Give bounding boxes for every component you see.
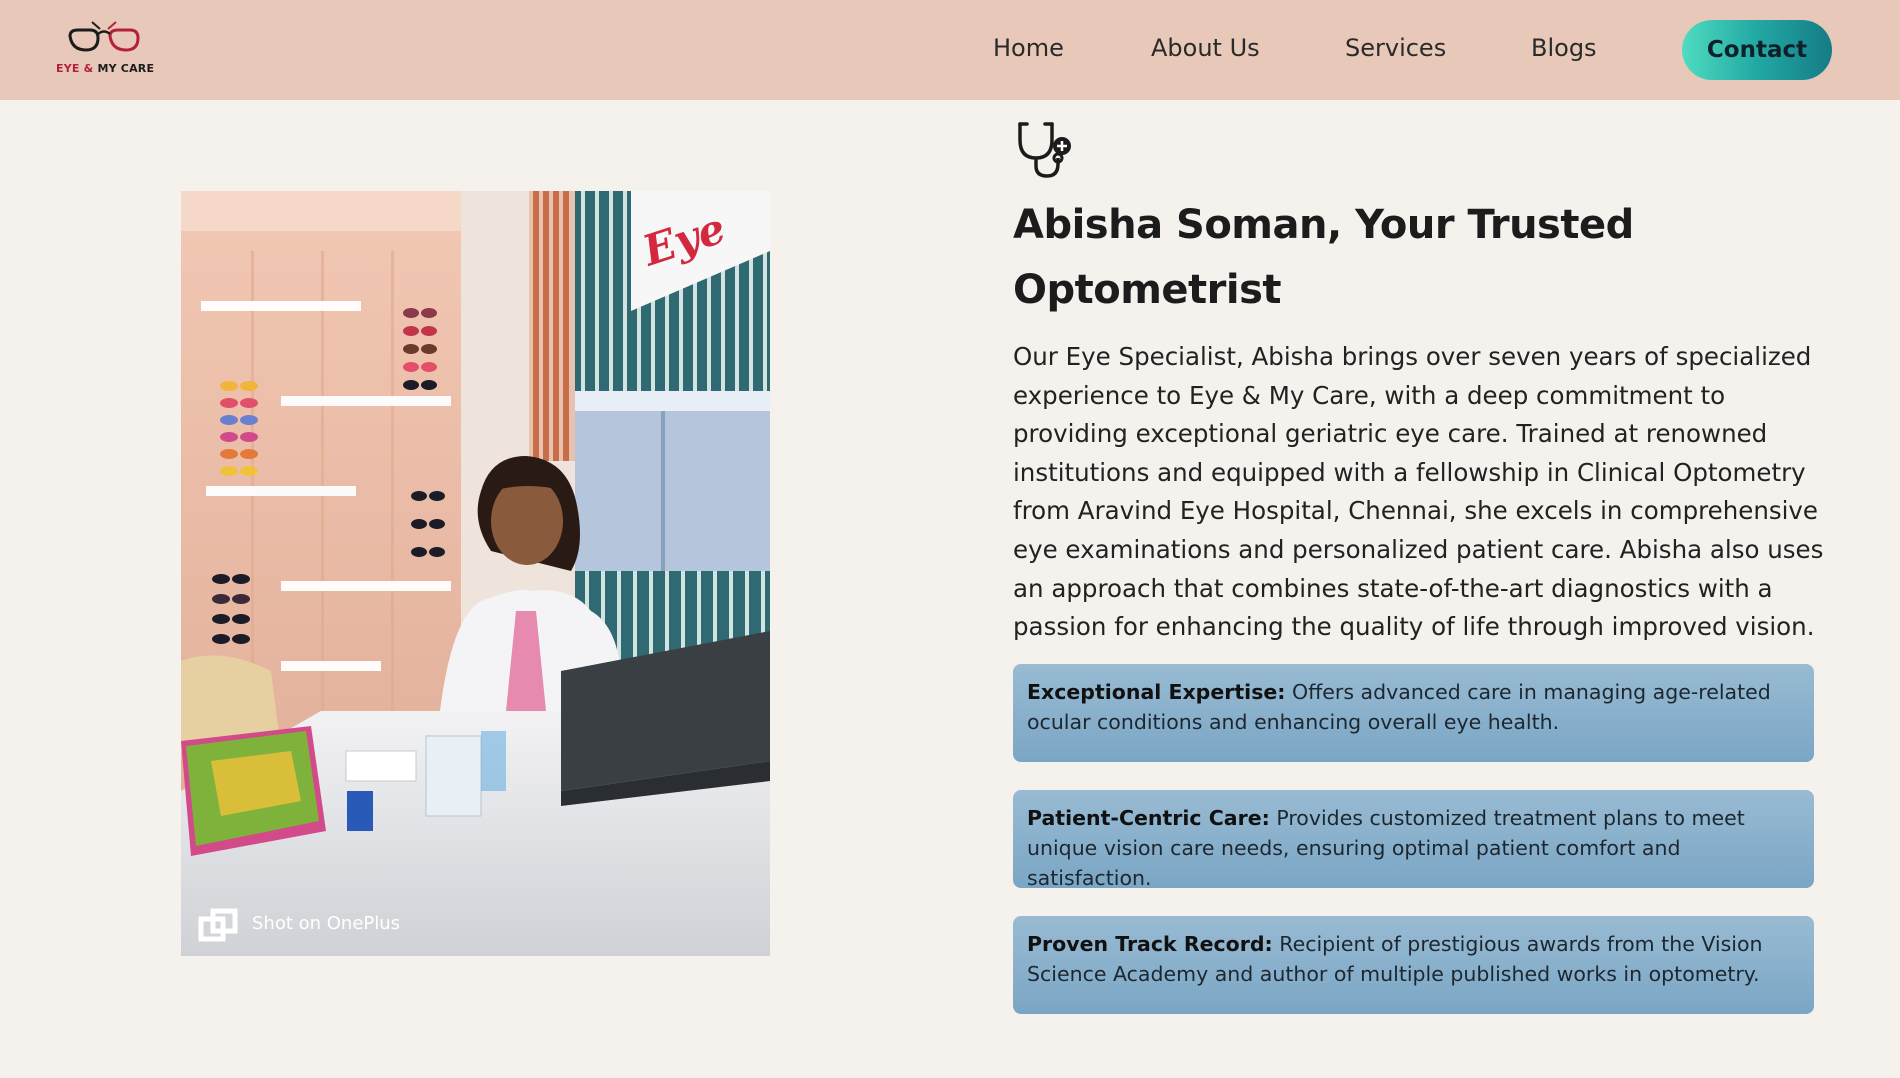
nav-about-us[interactable]: About Us: [1151, 34, 1260, 62]
highlight-label: Proven Track Record:: [1027, 932, 1273, 956]
brand-name-part2: MY CARE: [97, 62, 155, 75]
profile-description: Our Eye Specialist, Abisha brings over s…: [1013, 342, 1824, 642]
brand-logo[interactable]: EYE & MY CARE: [56, 20, 155, 78]
highlight-card: Proven Track Record: Recipient of presti…: [1013, 916, 1814, 1014]
optometrist-photo: Eye Shot on OnePlus: [181, 191, 770, 956]
highlight-card: Exceptional Expertise: Offers advanced c…: [1013, 664, 1814, 762]
glasses-icon: [68, 21, 140, 52]
brand-name: EYE & MY CARE: [56, 62, 155, 75]
highlight-label: Exceptional Expertise:: [1027, 680, 1286, 704]
nav-blogs[interactable]: Blogs: [1531, 34, 1597, 62]
nav-services[interactable]: Services: [1345, 34, 1446, 62]
nav-home[interactable]: Home: [993, 34, 1064, 62]
site-header: EYE & MY CARE Home About Us Services Blo…: [0, 0, 1900, 100]
contact-button[interactable]: Contact: [1682, 20, 1832, 80]
watermark-text: Shot on OnePlus: [252, 913, 400, 934]
page-title: Abisha Soman, Your Trusted Optometrist: [1013, 202, 1634, 313]
highlight-label: Patient-Centric Care:: [1027, 806, 1270, 830]
highlight-card: Patient-Centric Care: Provides customize…: [1013, 790, 1814, 890]
optometrist-photo-illustration: Eye Shot on OnePlus: [181, 191, 770, 956]
brand-name-part1: EYE &: [56, 62, 94, 75]
stethoscope-icon: [1018, 122, 1071, 178]
